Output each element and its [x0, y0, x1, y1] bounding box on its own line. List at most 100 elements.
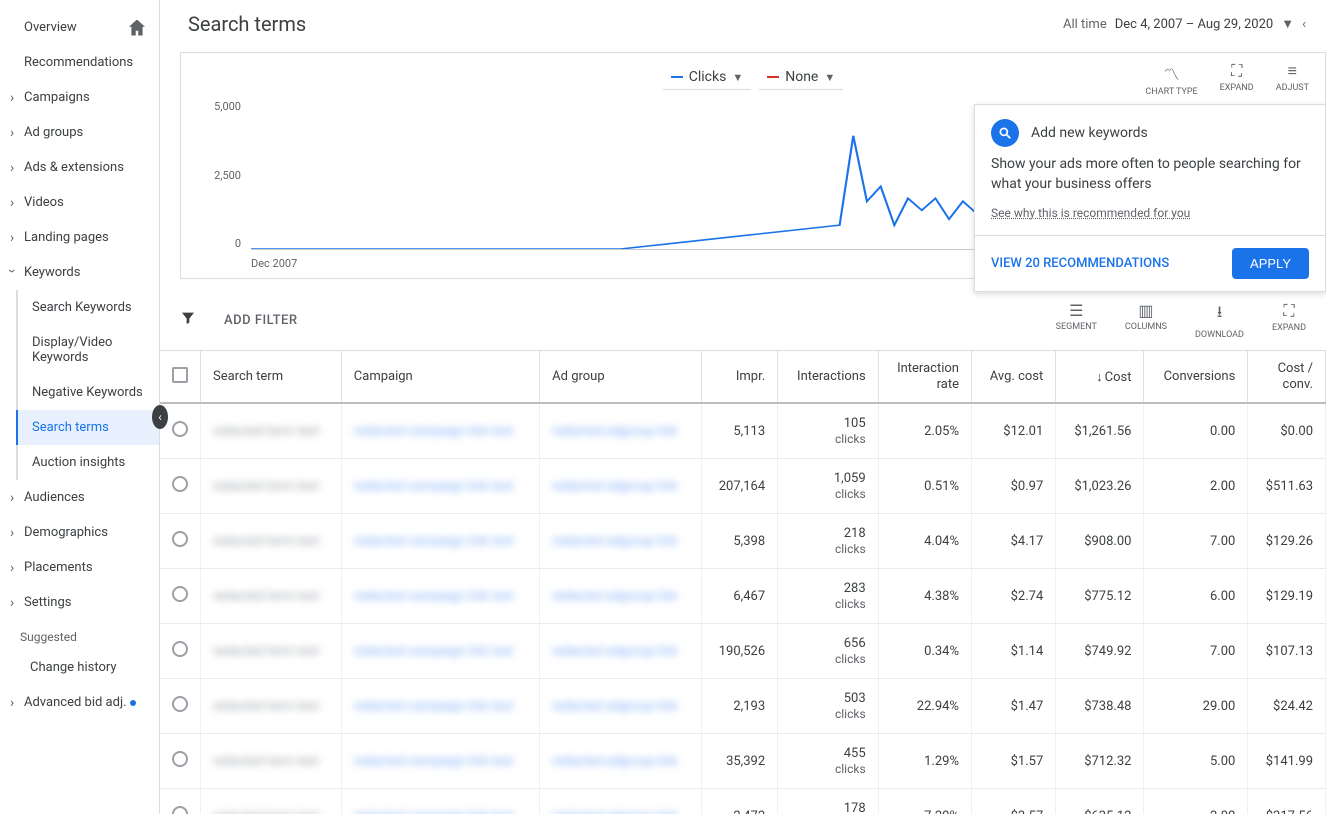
- interaction-rate-cell: 1.29%: [878, 734, 971, 789]
- col-search-term[interactable]: Search term: [201, 351, 342, 403]
- interaction-rate-cell: 2.05%: [878, 403, 971, 458]
- sidebar-collapse-handle[interactable]: ‹: [152, 405, 168, 429]
- row-checkbox[interactable]: [172, 421, 188, 437]
- chart-type-button[interactable]: 〽CHART TYPE: [1145, 61, 1197, 97]
- sidebar-sub-negative-keywords[interactable]: Negative Keywords: [18, 375, 159, 410]
- row-checkbox[interactable]: [172, 586, 188, 602]
- sidebar-item-demographics[interactable]: Demographics: [0, 515, 159, 550]
- sidebar-suggested-label: Suggested: [0, 620, 159, 650]
- sidebar-item-landing[interactable]: Landing pages: [0, 220, 159, 255]
- recommendation-why-link[interactable]: See why this is recommended for you: [991, 206, 1190, 220]
- avg-cost-cell: $0.97: [971, 459, 1055, 514]
- col-adgroup[interactable]: Ad group: [540, 351, 701, 403]
- row-checkbox[interactable]: [172, 806, 188, 814]
- metric-swatch-red: [767, 76, 779, 78]
- chart-expand-button[interactable]: ⛶EXPAND: [1220, 61, 1254, 97]
- sidebar-item-settings[interactable]: Settings: [0, 585, 159, 620]
- table-row[interactable]: redacted term textredacted campaign link…: [160, 734, 1326, 789]
- sidebar-item-campaigns[interactable]: Campaigns: [0, 80, 159, 115]
- row-checkbox[interactable]: [172, 751, 188, 767]
- metric-selector-1[interactable]: Clicks ▼: [663, 65, 751, 90]
- table-row[interactable]: redacted term textredacted campaign link…: [160, 624, 1326, 679]
- sidebar-item-keywords[interactable]: Keywords: [0, 255, 159, 290]
- table-row[interactable]: redacted term textredacted campaign link…: [160, 403, 1326, 458]
- metric-selector-2[interactable]: None ▼: [759, 65, 843, 90]
- cost-cell: $775.12: [1056, 569, 1144, 624]
- apply-button[interactable]: APPLY: [1232, 248, 1309, 279]
- row-checkbox[interactable]: [172, 476, 188, 492]
- sidebar-item-ads-extensions[interactable]: Ads & extensions: [0, 150, 159, 185]
- table-row[interactable]: redacted term textredacted campaign link…: [160, 459, 1326, 514]
- sidebar-sub-search-keywords[interactable]: Search Keywords: [18, 290, 159, 325]
- conversions-cell: 2.00: [1144, 789, 1248, 814]
- col-interactions[interactable]: Interactions: [778, 351, 879, 403]
- conversions-cell: 5.00: [1144, 734, 1248, 789]
- impr-cell: 2,472: [701, 789, 778, 814]
- interactions-cell: 283clicks: [790, 581, 866, 611]
- sidebar-item-placements[interactable]: Placements: [0, 550, 159, 585]
- cost-cell: $635.12: [1056, 789, 1144, 814]
- filter-icon[interactable]: [180, 310, 196, 331]
- date-range-picker[interactable]: All time Dec 4, 2007 – Aug 29, 2020 ▼ ‹: [1063, 16, 1306, 32]
- sidebar-sub-auction[interactable]: Auction insights: [18, 445, 159, 480]
- col-conversions[interactable]: Conversions: [1144, 351, 1248, 403]
- row-checkbox[interactable]: [172, 641, 188, 657]
- campaign-cell: redacted campaign link text: [354, 424, 514, 439]
- col-impr[interactable]: Impr.: [701, 351, 778, 403]
- sidebar-item-adgroups[interactable]: Ad groups: [0, 115, 159, 150]
- interactions-cell: 218clicks: [790, 526, 866, 556]
- table-toolbar: ADD FILTER ☰SEGMENT ▥COLUMNS ⭳DOWNLOAD ⛶…: [160, 291, 1326, 351]
- col-interaction-rate[interactable]: Interactionrate: [878, 351, 971, 403]
- sidebar-item-change-history[interactable]: Change history: [0, 650, 159, 685]
- table-expand-button[interactable]: ⛶EXPAND: [1272, 301, 1306, 340]
- impr-cell: 35,392: [701, 734, 778, 789]
- sidebar-sub-search-terms[interactable]: Search terms: [16, 410, 159, 445]
- col-cost[interactable]: ↓Cost: [1056, 351, 1144, 403]
- sidebar-item-recommendations[interactable]: Recommendations: [0, 45, 159, 80]
- interaction-rate-cell: 4.38%: [878, 569, 971, 624]
- col-campaign[interactable]: Campaign: [341, 351, 539, 403]
- recommendation-card: Add new keywords Show your ads more ofte…: [974, 104, 1326, 292]
- notification-dot-icon: [130, 700, 136, 706]
- metric-1-label: Clicks: [689, 69, 727, 85]
- sidebar: Overview Recommendations Campaigns Ad gr…: [0, 0, 160, 814]
- download-button[interactable]: ⭳DOWNLOAD: [1195, 301, 1244, 340]
- table-row[interactable]: redacted term textredacted campaign link…: [160, 789, 1326, 814]
- col-avg-cost[interactable]: Avg. cost: [971, 351, 1055, 403]
- columns-button[interactable]: ▥COLUMNS: [1125, 301, 1167, 340]
- cost-per-conv-cell: $511.63: [1248, 459, 1326, 514]
- campaign-cell: redacted campaign link text: [354, 809, 514, 814]
- chart-controls: Clicks ▼ None ▼ 〽CHART TYPE ⛶EXPAND ≡ADJ…: [197, 65, 1309, 90]
- cost-per-conv-cell: $107.13: [1248, 624, 1326, 679]
- campaign-cell: redacted campaign link text: [354, 644, 514, 659]
- sidebar-sub-display-keywords[interactable]: Display/Video Keywords: [18, 325, 159, 375]
- table-row[interactable]: redacted term textredacted campaign link…: [160, 514, 1326, 569]
- segment-button[interactable]: ☰SEGMENT: [1056, 301, 1097, 340]
- sidebar-item-audiences[interactable]: Audiences: [0, 480, 159, 515]
- impr-cell: 2,193: [701, 679, 778, 734]
- row-checkbox[interactable]: [172, 531, 188, 547]
- table-wrapper[interactable]: Search term Campaign Ad group Impr. Inte…: [160, 351, 1326, 814]
- chevron-down-icon: ▼: [824, 71, 835, 84]
- table-row[interactable]: redacted term textredacted campaign link…: [160, 679, 1326, 734]
- interactions-cell: 1,059clicks: [790, 471, 866, 501]
- col-cost-conv[interactable]: Cost /conv.: [1248, 351, 1326, 403]
- adgroup-cell: redacted adgroup link: [552, 754, 677, 769]
- row-checkbox[interactable]: [172, 696, 188, 712]
- metric-swatch-blue: [671, 76, 683, 78]
- view-recommendations-button[interactable]: VIEW 20 RECOMMENDATIONS: [991, 256, 1169, 271]
- chart-adjust-button[interactable]: ≡ADJUST: [1276, 61, 1309, 97]
- cost-per-conv-cell: $317.56: [1248, 789, 1326, 814]
- sidebar-item-overview[interactable]: Overview: [0, 10, 159, 45]
- columns-icon: ▥: [1138, 301, 1153, 320]
- sidebar-item-videos[interactable]: Videos: [0, 185, 159, 220]
- col-checkbox[interactable]: [160, 351, 201, 403]
- sliders-icon: ≡: [1288, 61, 1297, 81]
- chevron-left-icon[interactable]: ‹: [1302, 17, 1306, 32]
- add-filter-button[interactable]: ADD FILTER: [224, 313, 298, 328]
- table-row[interactable]: redacted term textredacted campaign link…: [160, 569, 1326, 624]
- sidebar-item-advanced-bid[interactable]: Advanced bid adj.: [0, 685, 159, 720]
- interaction-rate-cell: 0.51%: [878, 459, 971, 514]
- checkbox-icon[interactable]: [172, 367, 188, 383]
- cost-cell: $738.48: [1056, 679, 1144, 734]
